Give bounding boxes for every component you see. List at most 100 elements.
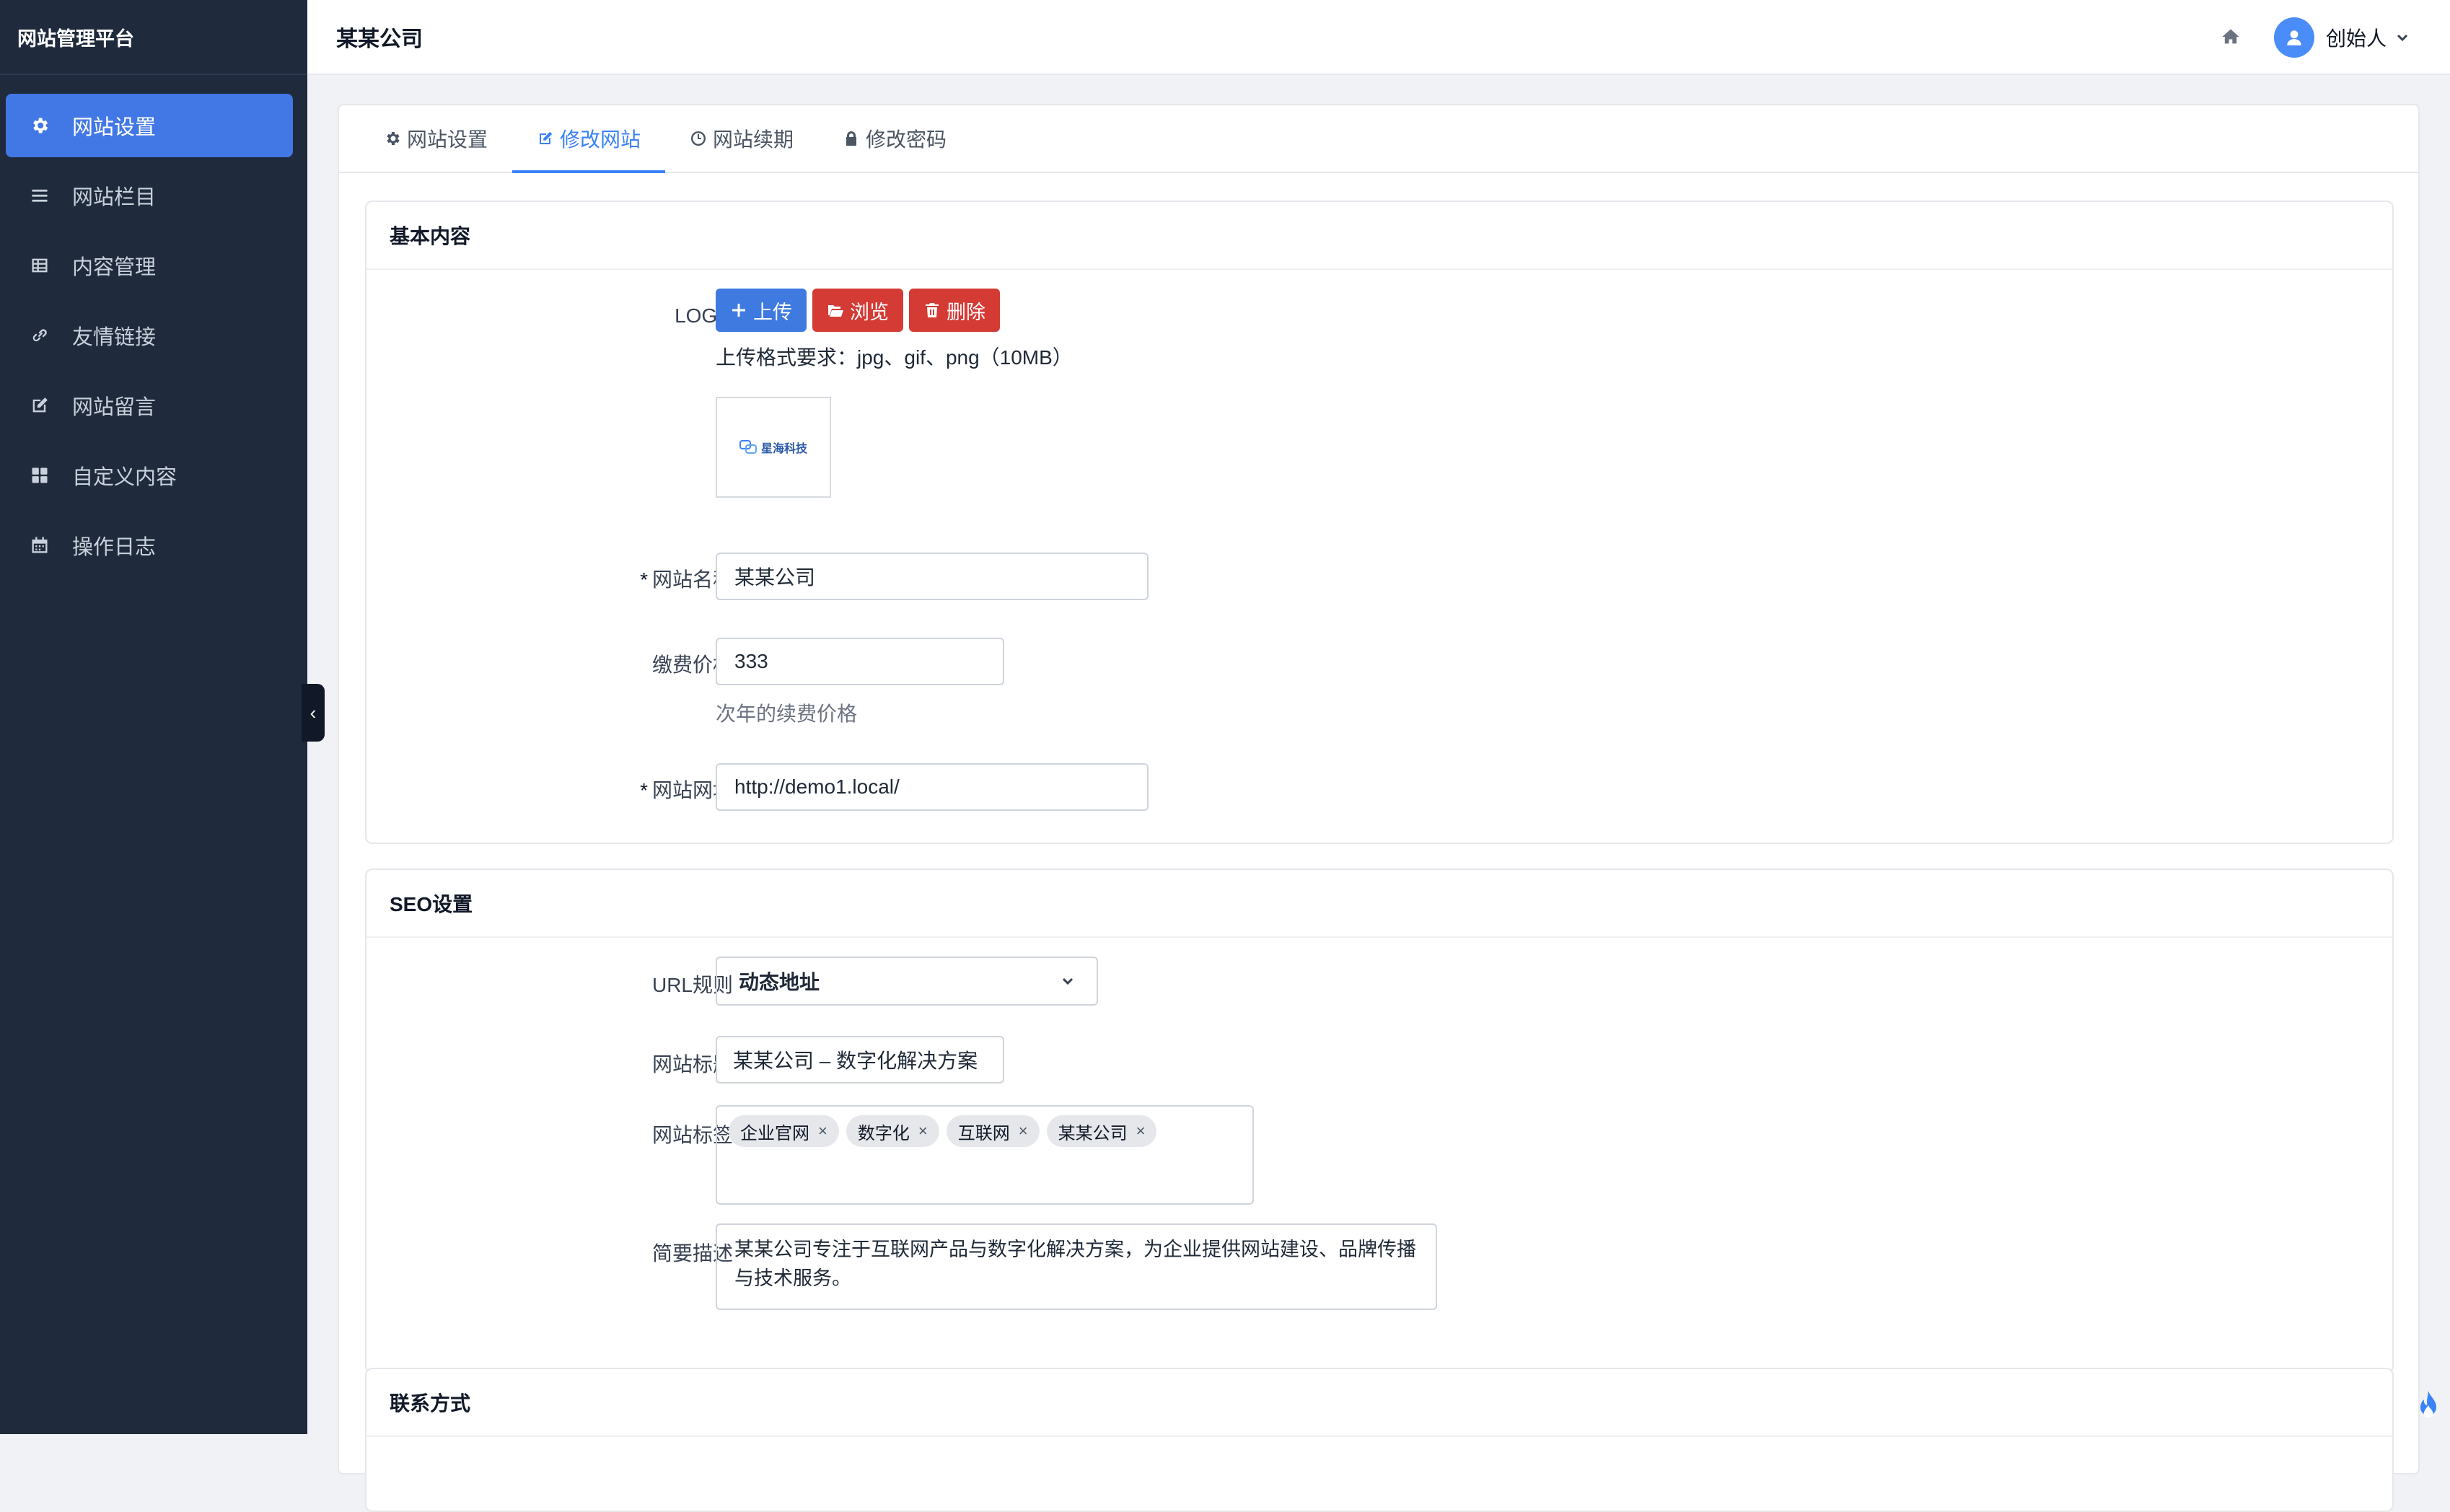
avatar[interactable]	[2273, 17, 2314, 58]
url-rule-value: 动态地址	[739, 971, 820, 993]
delete-button[interactable]: 删除	[909, 289, 1000, 332]
url-rule-select[interactable]: 动态地址	[716, 957, 1098, 1006]
sidebar-item-site-settings[interactable]: 网站设置	[6, 94, 293, 157]
tags-input[interactable]: 企业官网 × 数字化 × 互联网 × 某某公司 ×	[716, 1105, 1254, 1205]
calendar-icon	[27, 533, 52, 558]
user-icon	[2287, 30, 2301, 45]
sidebar-collapse-button[interactable]: ‹	[302, 684, 325, 742]
grid-icon	[27, 463, 52, 488]
tab-change-password[interactable]: 修改密码	[818, 105, 971, 172]
price-label: 缴费价格	[651, 654, 733, 676]
description-textarea[interactable]: 某某公司专注于互联网产品与数字化解决方案，为企业提供网站建设、品牌传播与技术服务…	[716, 1223, 1437, 1310]
site-title-label: 网站标题	[651, 1053, 733, 1076]
tab-site-settings[interactable]: 网站设置	[359, 105, 512, 172]
top-header: 某某公司 创始人	[307, 0, 2450, 75]
tag-remove-icon[interactable]: ×	[818, 1122, 827, 1140]
seo-panel: SEO设置 URL规则 动态地址 网站标题 某某公司 – 数字化解决方案 网站标…	[365, 869, 2394, 1373]
upload-format-hint: 上传格式要求：jpg、gif、png（10MB）	[716, 346, 1073, 369]
tag-chip: 数字化 ×	[846, 1115, 939, 1147]
site-url-input[interactable]: http://demo1.local/	[716, 763, 1149, 811]
sidebar: 网站管理平台 网站设置 网站栏目 内容管理 友情链接 网站留言 自定义内容 操作…	[0, 0, 307, 1434]
upload-button-label: 上传	[753, 301, 792, 323]
clock-icon	[691, 131, 706, 146]
sidebar-item-label: 网站留言	[72, 396, 157, 419]
flame-icon[interactable]	[2414, 1389, 2443, 1421]
browse-button-label: 浏览	[850, 301, 889, 323]
price-input[interactable]: 333	[716, 638, 1004, 685]
site-name-label: * 网站名称	[444, 564, 733, 593]
tab-label: 修改网站	[560, 128, 641, 151]
user-name[interactable]: 创始人	[2326, 23, 2387, 52]
tag-remove-icon[interactable]: ×	[1136, 1122, 1146, 1140]
table-icon	[27, 253, 52, 278]
chevron-left-icon: ‹	[309, 701, 317, 724]
sidebar-item-content[interactable]: 内容管理	[6, 234, 293, 297]
tab-edit-site[interactable]: 修改网站	[512, 105, 666, 173]
tag-label: 互联网	[957, 1123, 1010, 1143]
tab-label: 网站续期	[713, 128, 794, 151]
tag-chip: 互联网 ×	[946, 1115, 1040, 1147]
seo-section-title: SEO设置	[366, 870, 2392, 938]
price-help: 次年的续费价格	[716, 703, 858, 725]
tag-label: 企业官网	[740, 1123, 809, 1143]
tab-bar: 网站设置 修改网站 网站续期 修改密码	[339, 105, 2418, 173]
edit-icon	[540, 131, 553, 144]
url-rule-label: URL规则	[651, 974, 733, 996]
logo-field: 上传 浏览 删除 上传格式要求：jpg、gif、png（10MB） 星海科技	[716, 289, 1073, 498]
site-url-label: * 网站网址	[444, 775, 733, 804]
list-icon	[27, 183, 52, 208]
description-row: 简要描述 某某公司专注于互联网产品与数字化解决方案，为企业提供网站建设、品牌传播…	[366, 1223, 2392, 1310]
sidebar-item-label: 网站栏目	[72, 186, 157, 209]
required-mark: *	[640, 779, 648, 801]
site-tags-label: 网站标签	[651, 1124, 733, 1146]
sidebar-item-label: 网站设置	[72, 116, 157, 139]
tag-remove-icon[interactable]: ×	[918, 1122, 928, 1140]
upload-button[interactable]: 上传	[716, 289, 807, 332]
sidebar-item-custom[interactable]: 自定义内容	[6, 444, 293, 507]
contact-panel: 联系方式	[365, 1368, 2394, 1512]
sidebar-item-site-columns[interactable]: 网站栏目	[6, 164, 293, 227]
brand-title: 网站管理平台	[0, 0, 307, 75]
description-label: 简要描述	[651, 1242, 733, 1265]
tab-label: 网站设置	[407, 128, 488, 151]
header-actions: 创始人	[2221, 0, 2410, 75]
sidebar-item-logs[interactable]: 操作日志	[6, 514, 293, 577]
tag-label: 数字化	[857, 1123, 910, 1143]
tag-chip: 企业官网 ×	[729, 1115, 839, 1147]
tab-renewal[interactable]: 网站续期	[665, 105, 818, 172]
site-title-input[interactable]: 某某公司 – 数字化解决方案	[716, 1036, 1004, 1084]
required-mark: *	[640, 568, 648, 591]
logo-image: 星海科技	[739, 439, 807, 456]
basic-section-title: 基本内容	[366, 202, 2392, 270]
logo-label: LOGO	[675, 304, 733, 327]
gear-icon	[387, 132, 400, 145]
tag-remove-icon[interactable]: ×	[1019, 1122, 1028, 1140]
contact-section-title: 联系方式	[366, 1369, 2392, 1437]
lock-icon	[846, 131, 857, 146]
browse-button[interactable]: 浏览	[812, 289, 903, 332]
gear-icon	[27, 113, 52, 138]
chevron-down-icon	[1062, 977, 1073, 985]
logo-preview[interactable]: 星海科技	[716, 397, 831, 498]
chat-bubbles-icon	[739, 440, 757, 454]
home-icon[interactable]	[2221, 27, 2242, 48]
link-icon	[27, 323, 52, 348]
delete-button-label: 删除	[947, 301, 985, 323]
folder-open-icon	[828, 305, 843, 317]
sidebar-menu: 网站设置 网站栏目 内容管理 友情链接 网站留言 自定义内容 操作日志	[0, 75, 307, 577]
page-title: 某某公司	[336, 27, 423, 51]
edit-icon	[27, 393, 52, 418]
sidebar-item-links[interactable]: 友情链接	[6, 304, 293, 367]
settings-card: 网站设置 修改网站 网站续期 修改密码 基本内容 LOGO 上传 浏览 删除 上…	[338, 104, 2420, 1512]
trash-icon	[926, 303, 939, 317]
sidebar-item-messages[interactable]: 网站留言	[6, 374, 293, 437]
site-name-input[interactable]: 某某公司	[716, 553, 1149, 600]
tab-label: 修改密码	[866, 128, 947, 151]
chevron-down-icon[interactable]	[2395, 30, 2410, 45]
sidebar-item-label: 友情链接	[72, 326, 157, 349]
basic-content-panel: 基本内容 LOGO 上传 浏览 删除 上传格式要求：jpg、gif、png（10…	[365, 201, 2394, 844]
tag-chip: 某某公司 ×	[1046, 1115, 1157, 1147]
logo-text: 星海科技	[760, 443, 807, 455]
sidebar-item-label: 内容管理	[72, 256, 157, 279]
tag-label: 某某公司	[1058, 1123, 1128, 1143]
